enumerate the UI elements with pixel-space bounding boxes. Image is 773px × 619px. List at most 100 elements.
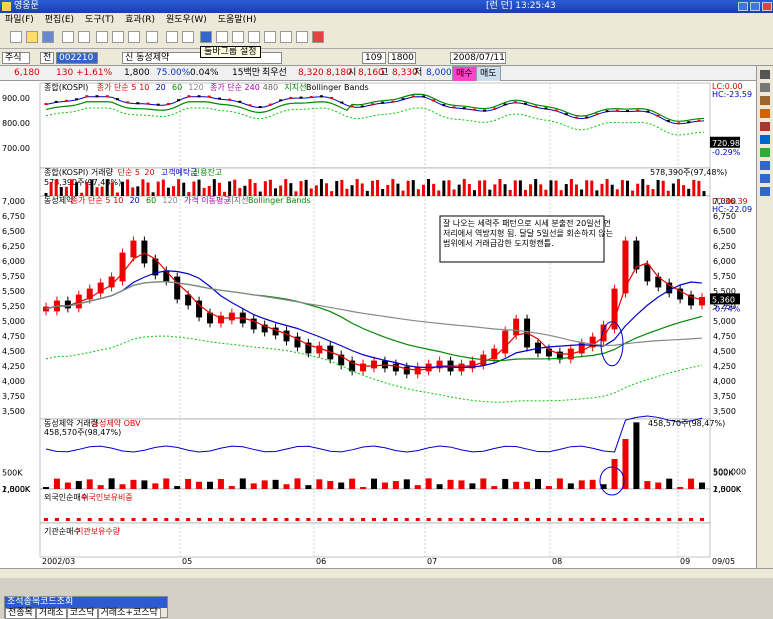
kospi-volume-bar: [585, 180, 589, 196]
foreign-bar: [634, 518, 639, 521]
refresh-icon[interactable]: [760, 187, 770, 196]
horizontal-scrollbar[interactable]: [0, 568, 773, 578]
foreign-bar: [656, 518, 661, 521]
y-tick-label: 5,000: [2, 317, 25, 326]
paste-icon[interactable]: [128, 31, 140, 43]
brush-icon[interactable]: [760, 109, 770, 118]
export-icon[interactable]: [182, 31, 194, 43]
stock-code-input[interactable]: 002210: [56, 52, 98, 64]
zoom-icon[interactable]: [248, 31, 260, 43]
app-icon: [2, 2, 11, 11]
kospi-candle: [126, 101, 130, 104]
kospi-candle: [534, 105, 538, 108]
date-input[interactable]: 2008/07/11: [450, 52, 506, 64]
stock-volume-bar: [119, 484, 126, 489]
stock-volume-bar: [666, 478, 673, 489]
stock-volume-bar: [688, 478, 695, 489]
line-icon[interactable]: [760, 135, 770, 144]
stock-volume-bar: [196, 481, 203, 489]
menu-file[interactable]: 파일(F): [5, 15, 34, 25]
kospi-volume-bar: [85, 181, 89, 196]
minimize-button[interactable]: [738, 2, 748, 11]
min-unit: 15백만: [232, 68, 261, 78]
kospi-volume-bar: [625, 180, 629, 196]
link-icon[interactable]: [280, 31, 292, 43]
buy-button[interactable]: 매수: [452, 66, 477, 82]
settings-icon[interactable]: [296, 31, 308, 43]
stock-volume-bar: [152, 483, 159, 489]
sell-button[interactable]: 매도: [476, 66, 501, 82]
kospi-candle: [75, 98, 79, 101]
layout-icon[interactable]: [216, 31, 228, 43]
count-input[interactable]: 109: [362, 52, 386, 64]
menu-window[interactable]: 원도우(W): [166, 15, 207, 25]
maximize-button[interactable]: [750, 2, 760, 11]
print-icon[interactable]: [166, 31, 178, 43]
save-icon[interactable]: [42, 31, 54, 43]
kospi-candle: [228, 98, 232, 101]
y-tick-label: 4,250: [2, 362, 25, 371]
redo-icon[interactable]: [78, 31, 90, 43]
legend-entry: 종가 단순 5: [97, 82, 137, 92]
stock-volume-bar: [185, 478, 192, 489]
chart-area[interactable]: 2002/03 05 06 07 08 09 09/05 종합(KOSPI) 종가 단순 5 10…: [0, 81, 756, 571]
tab-both[interactable]: 거래소+코스닥: [97, 608, 161, 619]
color-icon[interactable]: [760, 148, 770, 157]
pane-frame: [39, 522, 711, 558]
foreign-bar: [623, 518, 628, 521]
market-select[interactable]: 주식: [2, 52, 30, 64]
chart-svg[interactable]: 2002/03 05 06 07 08 09 09/05종합(KOSPI) 종가 단순 5 10…: [0, 81, 756, 571]
arrow-left-right-icon[interactable]: [760, 161, 770, 170]
tab-all[interactable]: 전종목: [5, 608, 36, 619]
menu-effects[interactable]: 효과(R): [125, 15, 155, 25]
close-button[interactable]: [762, 2, 772, 11]
tab-kospi[interactable]: 거래소: [35, 608, 67, 619]
crosshair-icon[interactable]: [146, 31, 158, 43]
grid-icon[interactable]: [232, 31, 244, 43]
legend-entry: 신용잔고: [193, 167, 222, 177]
marker-icon[interactable]: [760, 122, 770, 131]
total-field[interactable]: 1800: [388, 52, 416, 64]
toolbar-group-icon[interactable]: [200, 31, 212, 43]
alert-icon[interactable]: [312, 31, 324, 43]
kospi-volume-bar: [676, 179, 680, 196]
stock-volume-bar: [53, 478, 60, 489]
kospi-volume-bar: [335, 180, 339, 196]
cut-icon[interactable]: [96, 31, 108, 43]
kospi-candle: [146, 102, 150, 105]
kospi-candle: [646, 110, 650, 113]
table-icon[interactable]: [264, 31, 276, 43]
menu-edit[interactable]: 편집(E): [45, 15, 74, 25]
kospi-candle: [697, 119, 701, 122]
undo-icon[interactable]: [62, 31, 74, 43]
range-select[interactable]: 전: [40, 52, 54, 64]
menu-help[interactable]: 도움말(H): [218, 15, 257, 25]
foreign-bar: [426, 518, 431, 521]
tab-kosdaq[interactable]: 코스닥: [66, 608, 98, 619]
pane-icon[interactable]: [760, 70, 770, 79]
y-tick-label-right: 4,250: [713, 362, 736, 371]
kospi-volume-bar: [447, 180, 451, 196]
menu-tools[interactable]: 도구(T): [85, 15, 114, 25]
foreign-bar: [186, 518, 191, 521]
arrow-up-down-icon[interactable]: [760, 174, 770, 183]
open-icon[interactable]: [26, 31, 38, 43]
kospi-candle: [666, 120, 670, 123]
stock-volume-bar: [513, 481, 520, 489]
foreign-bar: [590, 518, 595, 521]
print-icon[interactable]: [760, 83, 770, 92]
kospi-volume-bar: [523, 189, 527, 196]
copy-icon[interactable]: [112, 31, 124, 43]
kospi-candle: [207, 95, 211, 98]
stock-candle: [403, 366, 410, 375]
pane-frame: [39, 418, 711, 490]
kospi-volume-bar: [416, 189, 420, 196]
stock-volume-bar: [633, 422, 640, 489]
turnover: 0.04%: [190, 68, 219, 78]
pencil-icon[interactable]: [760, 96, 770, 105]
new-icon[interactable]: [10, 31, 22, 43]
stock-volume-bar: [567, 483, 574, 489]
kospi-volume-bar: [605, 179, 609, 196]
stock-volume-bar: [261, 480, 268, 489]
kospi-volume-bar: [309, 188, 313, 196]
